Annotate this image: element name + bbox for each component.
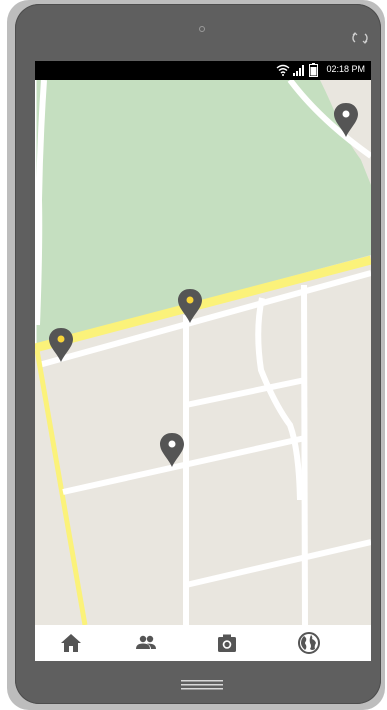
status-time: 02:18 PM xyxy=(326,64,365,74)
speaker-icon xyxy=(199,26,205,32)
home-icon[interactable] xyxy=(59,631,83,655)
camera-icon[interactable] xyxy=(215,631,239,655)
status-bar: 02:18 PM xyxy=(35,61,371,80)
globe-icon[interactable] xyxy=(297,631,321,655)
phone-screen: 02:18 PM xyxy=(35,61,371,661)
people-icon[interactable] xyxy=(134,631,158,655)
bottom-nav xyxy=(35,625,371,661)
home-button-icon[interactable] xyxy=(181,678,223,690)
battery-icon xyxy=(309,63,318,77)
map-view[interactable] xyxy=(35,80,371,625)
signal-icon xyxy=(293,65,304,76)
road-v2 xyxy=(301,284,308,625)
rotate-icon[interactable] xyxy=(351,31,369,45)
wifi-icon xyxy=(276,64,290,76)
